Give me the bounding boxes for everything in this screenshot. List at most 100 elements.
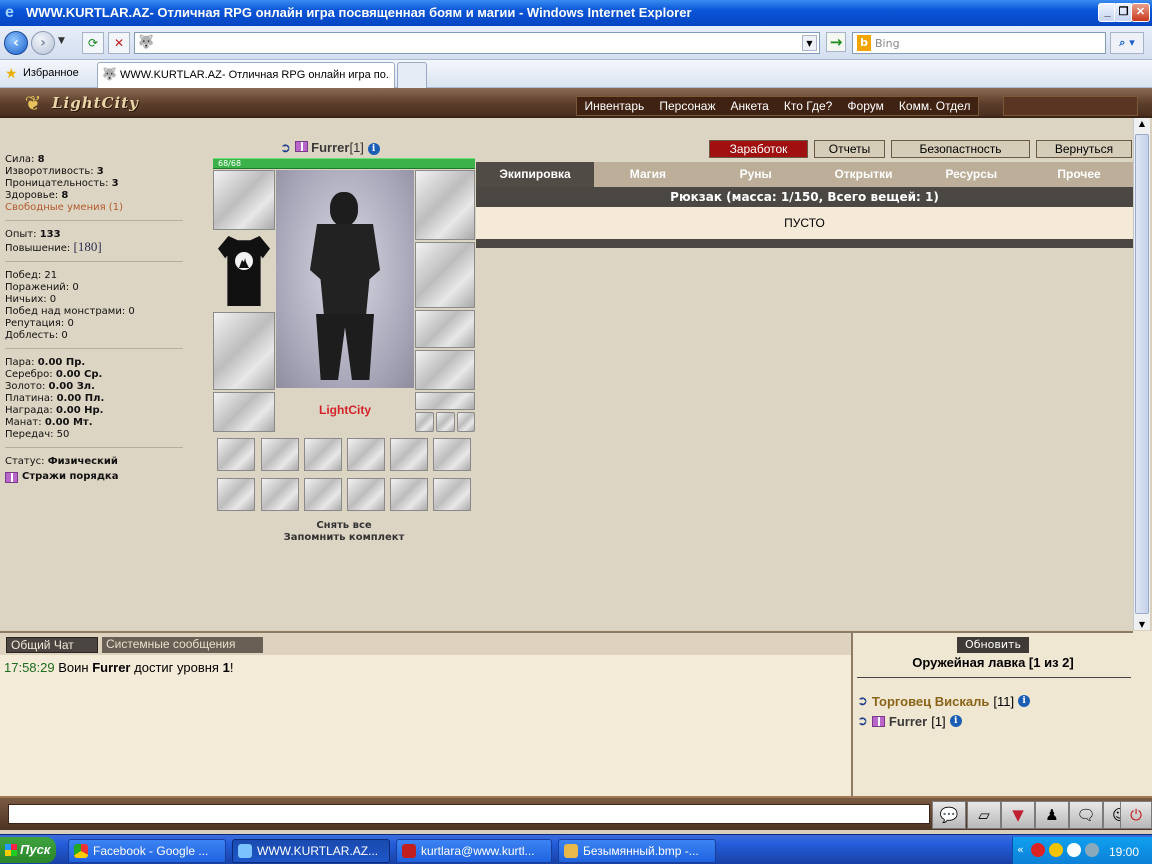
armor-slot[interactable] [415,242,475,308]
navigation-bar: ‹ › ▼ ⟳ ✕ 🐺 ▼ → b Bing ⌕ ▾ [0,26,1152,60]
chat-input[interactable] [8,804,930,824]
security-button[interactable]: Безопастность [891,140,1030,158]
chat-time[interactable]: 17:58:29 [4,660,55,675]
bag-slot[interactable] [433,438,471,471]
bag-slot[interactable] [304,438,342,471]
ring-slot-1[interactable] [415,412,434,432]
bag-slot[interactable] [390,438,428,471]
power-icon[interactable]: ⏻ [1120,801,1152,829]
search-icon[interactable]: ⌕ ▾ [1110,32,1144,54]
ring-slot-3[interactable] [457,412,475,432]
menu-forum[interactable]: Форум [844,99,886,113]
bracers-slot[interactable] [415,350,475,390]
go-arrow-icon[interactable]: → [826,32,846,52]
bag-slot[interactable] [217,478,255,511]
antivirus-icon[interactable] [1031,843,1045,857]
remember-set-link[interactable]: Запомнить комплект [213,532,475,544]
tab-general-chat[interactable]: Общий Чат [6,637,98,653]
browser-tab-active[interactable]: 🐺 WWW.KURTLAR.AZ- Отличная RPG онлайн иг… [97,62,395,88]
tab-runes[interactable]: Руны [702,162,810,187]
menu-inventory[interactable]: Инвентарь [582,99,648,113]
clock[interactable]: 19:00 [1109,845,1139,859]
guild[interactable]: Стражи порядка [5,471,183,483]
money-manat: Манат: 0.00 Мт. [5,417,93,428]
tab-equipment[interactable]: Экипировка [476,162,594,187]
merchant-name[interactable]: Торговец Вискаль [872,694,989,709]
tab-postcards[interactable]: Открытки [810,162,918,187]
network-icon[interactable] [1085,843,1099,857]
undress-all-link[interactable]: Снять все [213,520,475,532]
bag-slot[interactable] [347,478,385,511]
close-button[interactable]: ✕ [1131,3,1150,22]
helmet-slot[interactable] [213,170,275,230]
player-name[interactable]: Furrer [889,714,927,729]
earnings-button[interactable]: Заработок [709,140,808,158]
scroll-down-icon[interactable]: ▼ [1135,620,1149,629]
weapon-slot[interactable] [415,170,475,240]
scroll-thumb[interactable] [1135,134,1149,614]
menu-who-where[interactable]: Кто Где? [781,99,835,113]
bag-slot[interactable] [304,478,342,511]
task-ie[interactable]: WWW.KURTLAR.AZ... [232,839,390,863]
search-input[interactable]: b Bing [852,32,1106,54]
free-skills-link[interactable]: Свободные умения (1) [5,202,183,214]
clear-chat-icon[interactable]: 💬 [932,801,966,829]
tab-resources[interactable]: Ресурсы [917,162,1025,187]
ring-slot-2[interactable] [436,412,455,432]
task-chrome[interactable]: Facebook - Google ... [68,839,226,863]
tray-expand-icon[interactable]: « [1017,843,1031,857]
character-avatar[interactable] [276,170,414,388]
menu-commerce[interactable]: Комм. Отдел [896,99,974,113]
tab-system-messages[interactable]: Системные сообщения [102,637,263,653]
back-button[interactable]: ‹ [4,31,28,55]
refresh-button[interactable]: Обновить [957,637,1029,653]
tab-other[interactable]: Прочее [1025,162,1133,187]
bag-slot[interactable] [347,438,385,471]
return-button[interactable]: Вернуться [1036,140,1132,158]
vertical-scrollbar[interactable]: ▲ ▼ [1133,118,1150,630]
shirt-slot[interactable] [213,232,275,310]
stop-icon[interactable]: ✕ [108,32,130,54]
reports-button[interactable]: Отчеты [814,140,885,158]
private-message-icon[interactable]: ➲ [280,140,291,155]
info-icon[interactable]: i [949,715,962,727]
chrome-tray-icon[interactable] [1049,843,1063,857]
info-icon[interactable]: i [1018,695,1031,707]
star-tray-icon[interactable] [1067,843,1081,857]
speech-bubble-icon[interactable]: 🗨 [1069,801,1103,829]
start-button[interactable]: Пуск [0,837,56,863]
tab-magic[interactable]: Магия [594,162,702,187]
figure-icon[interactable]: ♟ [1035,801,1069,829]
bag-slot[interactable] [390,478,428,511]
bag-slot[interactable] [217,438,255,471]
forward-button[interactable]: › [31,31,55,55]
address-bar[interactable]: 🐺 ▼ [134,32,820,54]
bag-slot[interactable] [261,478,299,511]
favorites-label[interactable]: Избранное [23,67,79,79]
belt-slot[interactable] [415,392,475,410]
armor-icon[interactable]: ▼ [1001,801,1035,829]
game-logo[interactable]: ❦ LightCity [20,90,160,116]
menu-character[interactable]: Персонаж [656,99,718,113]
new-tab-button[interactable] [397,62,427,88]
chat-player-name[interactable]: Furrer [92,660,130,675]
task-paint[interactable]: Безымянный.bmp -... [558,839,716,863]
history-dropdown-icon[interactable]: ▼ [58,36,65,46]
bag-slot[interactable] [433,478,471,511]
private-message-icon[interactable]: ➲ [857,693,868,709]
bag-slot[interactable] [261,438,299,471]
refresh-icon[interactable]: ⟳ [82,32,104,54]
eraser-icon[interactable]: ▱ [967,801,1001,829]
hp-text: 68/68 [218,159,242,168]
address-dropdown-icon[interactable]: ▼ [802,35,817,51]
pants-slot[interactable] [213,312,275,390]
private-message-icon[interactable]: ➲ [857,713,868,729]
info-icon[interactable]: i [367,142,380,155]
scroll-up-icon[interactable]: ▲ [1135,119,1149,128]
window-title-bar[interactable]: e WWW.KURTLAR.AZ- Отличная RPG онлайн иг… [0,0,1152,26]
boots-slot[interactable] [213,392,275,432]
task-filezilla[interactable]: kurtlara@www.kurtl... [396,839,552,863]
menu-profile[interactable]: Анкета [728,99,772,113]
gloves-slot[interactable] [415,310,475,348]
star-icon[interactable]: ★ [5,66,18,82]
